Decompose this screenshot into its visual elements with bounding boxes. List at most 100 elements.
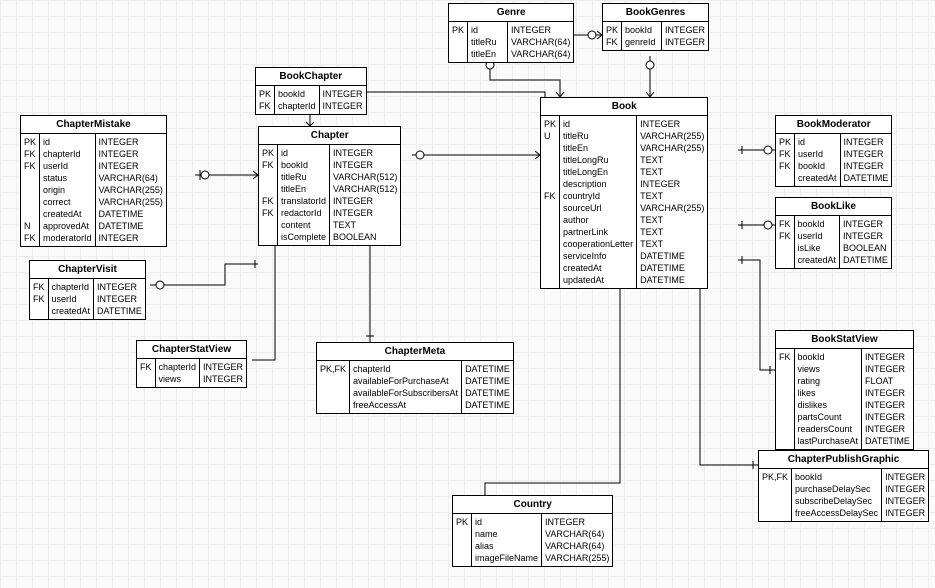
key-cell [776, 242, 794, 254]
type-cell: VARCHAR(255) [637, 130, 707, 142]
name-cell: userId [795, 230, 840, 242]
key-cell [541, 226, 559, 238]
name-cell: name [472, 528, 541, 540]
key-cell: PK [256, 88, 274, 100]
key-cell [776, 435, 794, 447]
type-cell: BOOLEAN [330, 231, 400, 243]
name-cell: correct [40, 196, 95, 208]
entity-body: FKFK bookIduserIdisLikecreatedAtINTEGERI… [776, 216, 891, 268]
type-cell: DATETIME [462, 363, 513, 375]
type-cell: VARCHAR(512) [330, 183, 400, 195]
name-cell: id [468, 24, 507, 36]
entity-title: ChapterStatView [137, 341, 246, 359]
name-cell: id [472, 516, 541, 528]
name-cell: titleRu [278, 171, 329, 183]
key-cell [453, 540, 471, 552]
name-cell: userId [49, 293, 94, 305]
key-cell [21, 184, 39, 196]
name-cell: isComplete [278, 231, 329, 243]
entity-chaptervisit: ChapterVisit FKFK chapterIduserIdcreated… [29, 260, 146, 320]
type-cell: INTEGER [96, 136, 166, 148]
name-cell: chapterId [40, 148, 95, 160]
key-cell: PK [541, 118, 559, 130]
name-cell: chapterId [49, 281, 94, 293]
key-cell: FK [30, 281, 48, 293]
name-cell: updatedAt [560, 274, 636, 286]
entity-chaptermistake: ChapterMistake PKFKFK NFKidchapterIduser… [20, 115, 167, 247]
type-cell: INTEGER [94, 281, 145, 293]
entity-country: Country PK idnamealiasimageFileNameINTEG… [452, 495, 613, 567]
key-cell [541, 274, 559, 286]
key-cell: FK [776, 218, 794, 230]
type-cell: INTEGER [882, 495, 928, 507]
name-cell: id [40, 136, 95, 148]
name-cell: rating [795, 375, 862, 387]
type-cell: VARCHAR(64) [96, 172, 166, 184]
entity-body: PK,FK chapterIdavailableForPurchaseAtava… [317, 361, 513, 413]
key-cell [776, 399, 794, 411]
entity-body: PK,FK bookIdpurchaseDelaySecsubscribeDel… [759, 469, 928, 521]
type-cell: INTEGER [508, 24, 573, 36]
type-cell: INTEGER [320, 88, 366, 100]
name-cell: titleRu [560, 130, 636, 142]
type-cell: BOOLEAN [840, 242, 891, 254]
entity-body: PK idnamealiasimageFileNameINTEGERVARCHA… [453, 514, 612, 566]
type-cell: INTEGER [862, 423, 913, 435]
entity-body: PKFK FKFK idbookIdtitleRutitleEntranslat… [259, 145, 400, 245]
type-cell: TEXT [637, 154, 707, 166]
type-cell: INTEGER [94, 293, 145, 305]
key-cell [776, 254, 794, 266]
entity-body: PKFKbookIdchapterIdINTEGERINTEGER [256, 86, 366, 114]
type-cell: VARCHAR(64) [542, 540, 612, 552]
name-cell: createdAt [795, 254, 840, 266]
type-cell: INTEGER [862, 351, 913, 363]
type-cell: DATETIME [637, 274, 707, 286]
key-cell: FK [256, 100, 274, 112]
type-cell: TEXT [637, 238, 707, 250]
type-cell: DATETIME [96, 208, 166, 220]
type-cell: INTEGER [200, 373, 246, 385]
key-cell [776, 411, 794, 423]
entity-title: Country [453, 496, 612, 514]
type-cell: DATETIME [462, 387, 513, 399]
key-cell [541, 214, 559, 226]
key-cell [21, 196, 39, 208]
name-cell: description [560, 178, 636, 190]
name-cell: userId [795, 148, 840, 160]
entity-body: FK bookIdviewsratinglikesdislikespartsCo… [776, 349, 913, 449]
type-cell: INTEGER [882, 471, 928, 483]
name-cell: titleEn [560, 142, 636, 154]
name-cell: readersCount [795, 423, 862, 435]
type-cell: DATETIME [637, 250, 707, 262]
key-cell [776, 387, 794, 399]
name-cell: availableForPurchaseAt [350, 375, 461, 387]
key-cell [259, 219, 277, 231]
entity-bookstatview: BookStatView FK bookIdviewsratinglikesdi… [775, 330, 914, 450]
key-cell [449, 36, 467, 48]
type-cell: DATETIME [96, 220, 166, 232]
entity-title: ChapterMeta [317, 343, 513, 361]
type-cell: VARCHAR(255) [542, 552, 612, 564]
key-cell: FK [776, 351, 794, 363]
key-cell: FK [259, 207, 277, 219]
name-cell: id [795, 136, 840, 148]
entity-bookgenres: BookGenres PKFKbookIdgenreIdINTEGERINTEG… [602, 3, 709, 51]
key-cell [259, 183, 277, 195]
entity-bookmoderator: BookModerator PKFKFK iduserIdbookIdcreat… [775, 115, 892, 187]
name-cell: chapterId [275, 100, 319, 112]
name-cell: bookId [795, 160, 840, 172]
name-cell: partsCount [795, 411, 862, 423]
name-cell: likes [795, 387, 862, 399]
key-cell [259, 231, 277, 243]
type-cell: INTEGER [330, 147, 400, 159]
key-cell [776, 423, 794, 435]
key-cell: PK [21, 136, 39, 148]
key-cell [541, 178, 559, 190]
key-cell [759, 483, 791, 495]
entity-title: BookStatView [776, 331, 913, 349]
type-cell: DATETIME [94, 305, 145, 317]
type-cell: INTEGER [330, 195, 400, 207]
name-cell: bookId [622, 24, 661, 36]
entity-title: Chapter [259, 127, 400, 145]
type-cell: TEXT [637, 166, 707, 178]
